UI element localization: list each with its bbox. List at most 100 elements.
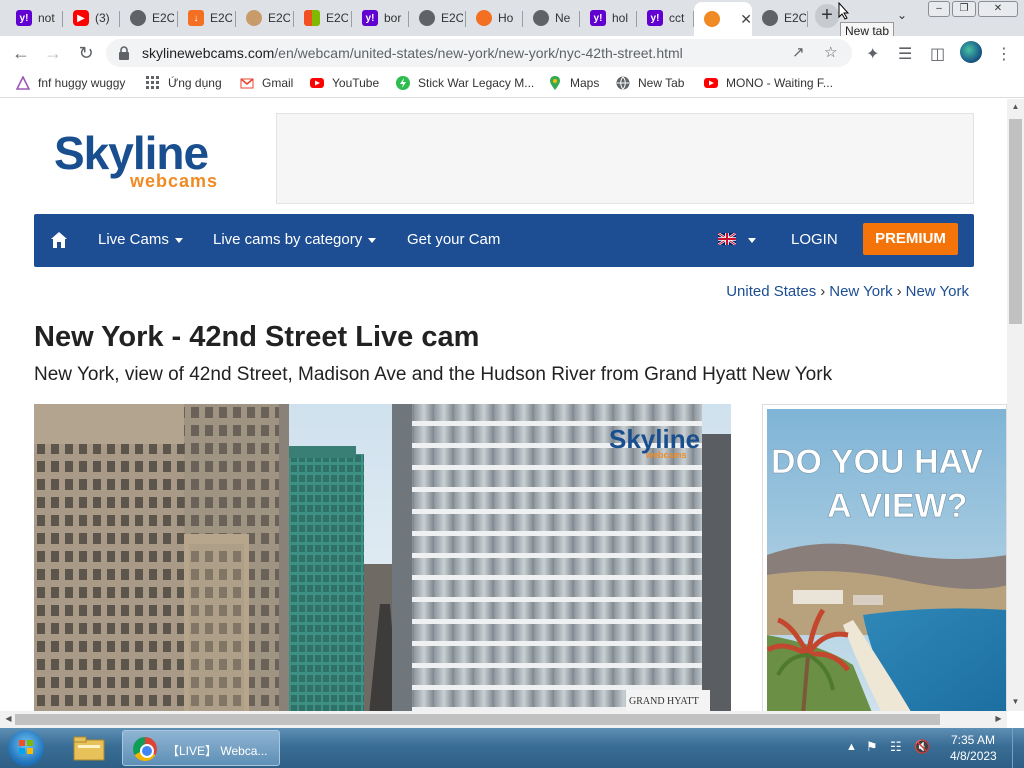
nav-live-cams-label: Live Cams: [98, 231, 169, 248]
yahoo-icon: y!: [16, 10, 32, 26]
tray-expand-icon[interactable]: ▲: [846, 741, 857, 753]
network-icon[interactable]: ☷: [890, 739, 902, 755]
browser-tab[interactable]: E2C: [752, 3, 808, 33]
bookmark-item[interactable]: New Tab: [616, 76, 684, 90]
browser-tab[interactable]: y! bor: [352, 3, 409, 33]
bookmark-star-icon[interactable]: ☆: [824, 43, 837, 61]
yahoo-icon: y!: [647, 10, 663, 26]
skyline-logo[interactable]: Skyline webcams: [54, 127, 217, 191]
browser-tab[interactable]: E2C: [409, 3, 466, 33]
window-close-button[interactable]: ✕: [978, 1, 1018, 17]
webcam-view[interactable]: Skyline webcams GRAND HYATT: [34, 404, 731, 711]
forward-arrow-icon[interactable]: →: [42, 42, 64, 64]
browser-tab[interactable]: y! hol: [580, 3, 637, 33]
tab-close-icon[interactable]: ✕: [740, 11, 752, 28]
share-icon[interactable]: ↗: [792, 43, 805, 61]
vertical-scrollbar-thumb[interactable]: [1009, 119, 1022, 324]
uk-flag-icon[interactable]: [718, 233, 736, 245]
horizontal-scrollbar[interactable]: ◀ ▶: [0, 711, 1007, 728]
ad-headline-2: A VIEW?: [827, 487, 967, 525]
premium-button[interactable]: PREMIUM: [863, 223, 958, 255]
globe-icon: [130, 10, 146, 26]
extensions-puzzle-icon[interactable]: ✦: [866, 44, 879, 64]
browser-toolbar: ← → ↻ skylinewebcams.com/en/webcam/unite…: [0, 36, 1024, 70]
side-ad[interactable]: DO YOU HAV A VIEW?: [762, 404, 1007, 711]
breadcrumb: United States › New York › New York: [726, 283, 969, 300]
browser-tab[interactable]: E2C: [120, 3, 178, 33]
skyline-icon: [704, 11, 720, 27]
tab-title: E2C: [152, 11, 174, 25]
back-arrow-icon[interactable]: ←: [10, 42, 32, 64]
show-desktop-button[interactable]: [1012, 728, 1024, 768]
browser-tab[interactable]: ↓ E2C: [178, 3, 236, 33]
browser-tab[interactable]: ▶ (3): [63, 3, 120, 33]
clock-time: 7:35 AM: [950, 733, 996, 747]
tab-search-chevron-icon[interactable]: ⌄: [897, 8, 907, 22]
bookmark-item[interactable]: YouTube: [310, 76, 379, 90]
browser-tab[interactable]: ✕: [694, 2, 752, 36]
scroll-right-arrow-icon[interactable]: ▶: [990, 714, 1007, 723]
new-tab-button[interactable]: +: [815, 4, 839, 28]
file-explorer-icon[interactable]: [70, 732, 108, 764]
browser-tab[interactable]: y! not: [6, 3, 63, 33]
bookmark-item[interactable]: Gmail: [240, 76, 293, 90]
nav-live-cams-by-category[interactable]: Live cams by category: [213, 231, 377, 248]
page-viewport: Skyline webcams Live Cams Live cams by c…: [0, 99, 1007, 711]
language-caret-icon[interactable]: [748, 238, 756, 243]
bookmark-item[interactable]: MONO - Waiting F...: [704, 76, 833, 90]
bookmark-label: Maps: [570, 76, 600, 90]
page-subtitle: New York, view of 42nd Street, Madison A…: [34, 364, 833, 385]
browser-tab[interactable]: E2C: [236, 3, 294, 33]
nav-get-your-cam[interactable]: Get your Cam: [407, 231, 500, 248]
ad-headline-1: DO YOU HAV: [771, 443, 984, 481]
media-queue-icon[interactable]: ☰: [898, 44, 912, 64]
vertical-scrollbar[interactable]: ▲ ▼: [1007, 99, 1024, 711]
chrome-taskbar-label: 【LIVE】 Webca...: [167, 744, 268, 758]
bookmark-label: Stick War Legacy M...: [418, 76, 535, 90]
hubspot-icon: [476, 10, 492, 26]
browser-tab[interactable]: y! cct: [637, 3, 694, 33]
side-panel-icon[interactable]: ◫: [930, 44, 945, 64]
window-minimize-button[interactable]: –: [928, 1, 950, 17]
breadcrumb-city[interactable]: New York: [906, 283, 969, 300]
bookmark-item[interactable]: Ứng dụng: [146, 76, 222, 90]
volume-muted-icon[interactable]: 🔇: [914, 739, 930, 755]
reload-icon[interactable]: ↻: [75, 42, 97, 64]
browser-tab[interactable]: Ho: [466, 3, 523, 33]
browser-tab[interactable]: Ne: [523, 3, 580, 33]
nav-category-label: Live cams by category: [213, 231, 363, 248]
tab-title: E2C: [441, 11, 463, 25]
chrome-taskbar-button[interactable]: 【LIVE】 Webca...: [122, 730, 280, 766]
url-text[interactable]: skylinewebcams.com/en/webcam/united-stat…: [142, 45, 683, 61]
tab-title: E2C: [268, 11, 290, 25]
home-icon[interactable]: [50, 231, 68, 249]
browser-tab[interactable]: E2C: [294, 3, 352, 33]
tab-title: cct: [669, 11, 685, 25]
avatar-icon: [246, 10, 262, 26]
top-ad-banner[interactable]: [276, 113, 974, 204]
windows-logo-icon: [304, 10, 320, 26]
bookmark-item[interactable]: fnf huggy wuggy: [15, 75, 125, 90]
profile-avatar[interactable]: [960, 41, 982, 63]
window-restore-button[interactable]: ❐: [952, 1, 976, 17]
logo-main-text: Skyline: [54, 127, 209, 179]
tab-title: E2C: [326, 11, 348, 25]
horizontal-scrollbar-thumb[interactable]: [15, 714, 940, 725]
scroll-up-arrow-icon[interactable]: ▲: [1007, 102, 1024, 111]
lock-icon[interactable]: [118, 46, 130, 60]
system-clock[interactable]: 7:35 AM 4/8/2023: [950, 732, 997, 764]
tab-title: not: [38, 11, 55, 25]
start-button[interactable]: [8, 730, 44, 766]
login-link[interactable]: LOGIN: [791, 231, 838, 248]
action-center-flag-icon[interactable]: ⚑: [866, 739, 878, 755]
breadcrumb-state[interactable]: New York: [829, 283, 892, 300]
breadcrumb-country[interactable]: United States: [726, 283, 816, 300]
address-bar[interactable]: skylinewebcams.com/en/webcam/united-stat…: [106, 39, 852, 67]
nav-live-cams[interactable]: Live Cams: [98, 231, 183, 248]
bookmark-item[interactable]: Maps: [548, 76, 599, 90]
more-menu-icon[interactable]: ⋮: [996, 44, 1012, 64]
bookmark-label: New Tab: [638, 76, 685, 90]
scroll-down-arrow-icon[interactable]: ▼: [1007, 697, 1024, 706]
bookmark-item[interactable]: Stick War Legacy M...: [396, 76, 534, 90]
yahoo-icon: y!: [590, 10, 606, 26]
